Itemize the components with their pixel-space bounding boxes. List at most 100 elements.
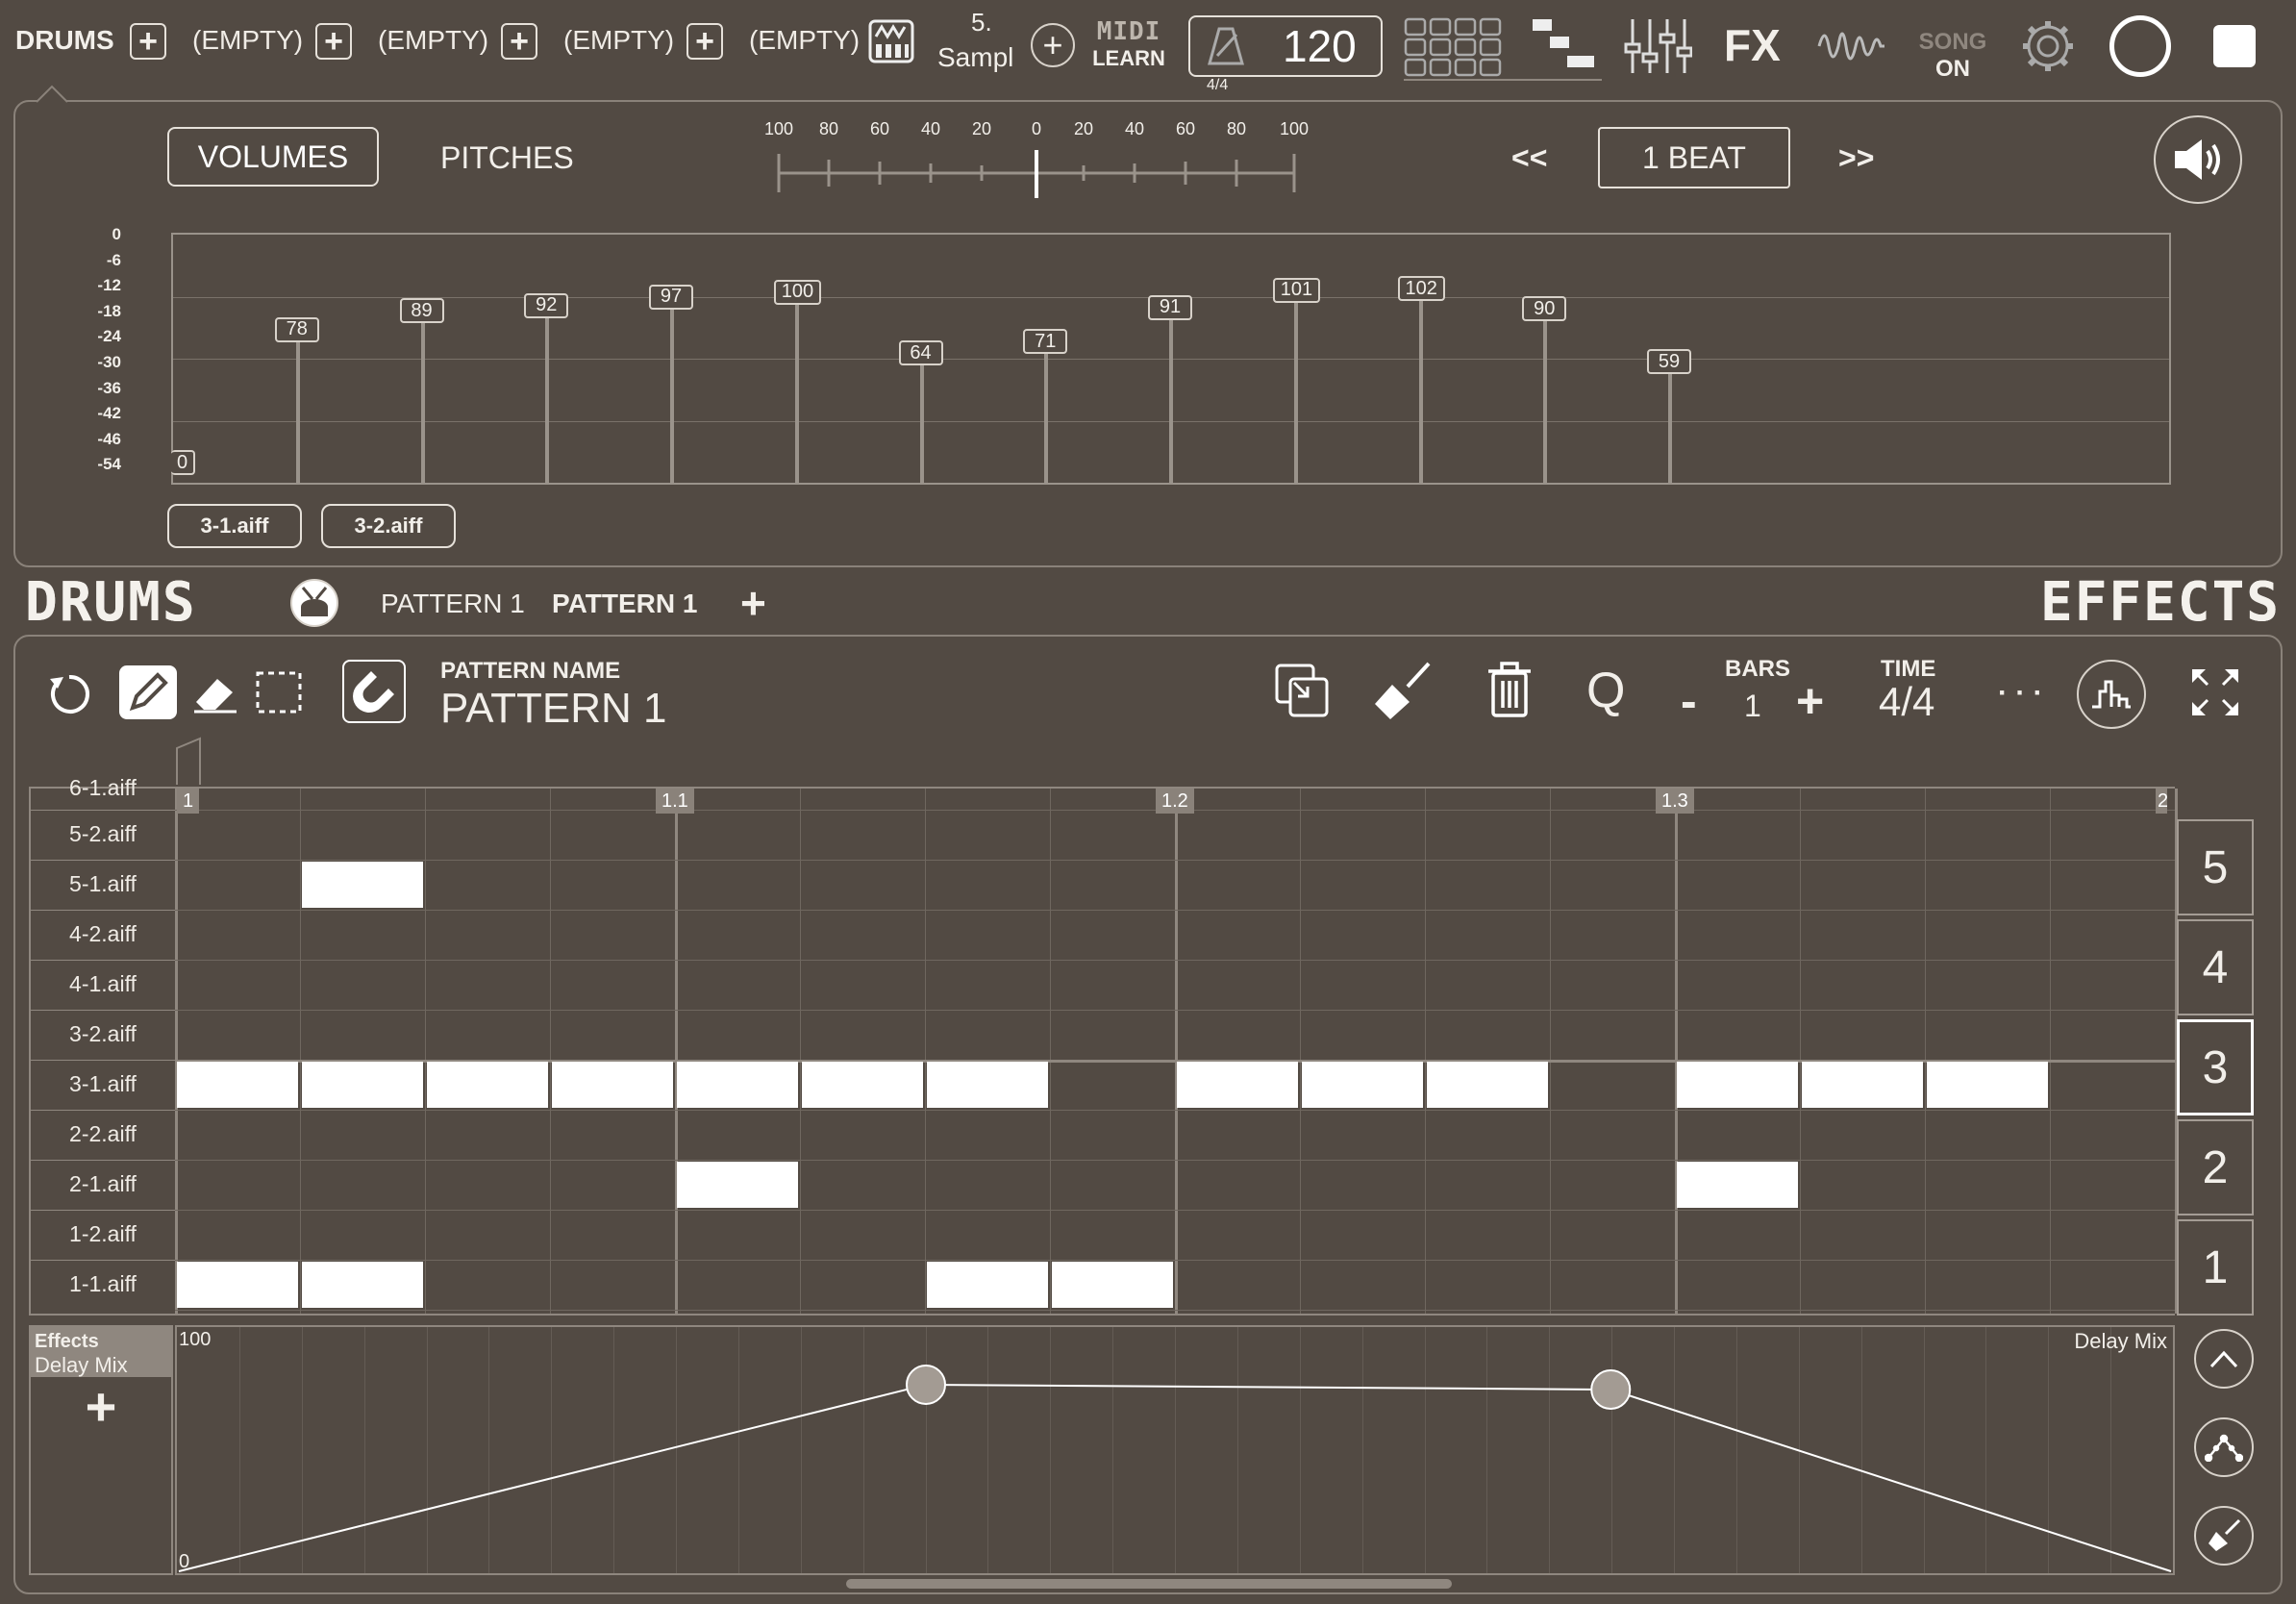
- eraser-icon[interactable]: [187, 665, 244, 719]
- velocity-bar[interactable]: [1169, 308, 1173, 483]
- tab-pitches[interactable]: PITCHES: [440, 140, 574, 176]
- sample-selector-line2[interactable]: Sampl: [937, 42, 1016, 73]
- velocity-value-tag[interactable]: 71: [1023, 329, 1068, 355]
- sample-pill-3-1[interactable]: 3-1.aiff: [167, 504, 302, 548]
- note-cell[interactable]: [1177, 1062, 1298, 1108]
- record-button[interactable]: [2109, 15, 2171, 77]
- effects-section-title[interactable]: EFFECTS: [2040, 571, 2281, 634]
- velocity-plot[interactable]: 0 78 89 92 97 100 64 71 91 101 102 90 59: [171, 233, 2171, 485]
- group-button-4[interactable]: 4: [2177, 919, 2254, 1015]
- bars-plus-button[interactable]: +: [1796, 673, 1824, 729]
- add-slot-1-button[interactable]: +: [130, 23, 166, 60]
- bars-minus-button[interactable]: -: [1681, 673, 1697, 729]
- tab-volumes[interactable]: VOLUMES: [167, 127, 379, 187]
- automation-lane[interactable]: 100 0 Delay Mix: [175, 1325, 2175, 1575]
- note-cell[interactable]: [1427, 1062, 1548, 1108]
- velocity-value-tag[interactable]: 100: [773, 279, 822, 305]
- curve-mode-button[interactable]: [2194, 1417, 2254, 1477]
- velocity-bar[interactable]: [295, 330, 300, 483]
- keyboard-icon[interactable]: [868, 19, 914, 63]
- quantize-button[interactable]: Q: [1586, 662, 1625, 719]
- fx-button[interactable]: FX: [1724, 19, 1781, 71]
- stop-button[interactable]: [2213, 25, 2256, 67]
- row-label[interactable]: 2-2.aiff: [31, 1121, 175, 1147]
- row-label[interactable]: 1-2.aiff: [31, 1221, 175, 1247]
- note-cell[interactable]: [1927, 1062, 2048, 1108]
- note-cell[interactable]: [177, 1062, 298, 1108]
- velocity-bar[interactable]: [420, 312, 425, 483]
- magnet-snap-button[interactable]: [342, 660, 406, 723]
- velocity-bar[interactable]: [919, 354, 924, 483]
- note-cell[interactable]: [1802, 1062, 1923, 1108]
- sample-selector-line1[interactable]: 5.: [971, 8, 992, 38]
- drum-kit-icon[interactable]: [290, 579, 338, 627]
- velocity-value-tag[interactable]: 78: [274, 316, 319, 342]
- velocity-value-tag[interactable]: 89: [399, 298, 444, 324]
- velocity-value-tag[interactable]: 101: [1272, 277, 1321, 303]
- pads-icon[interactable]: [1404, 17, 1504, 77]
- row-label[interactable]: 5-1.aiff: [31, 871, 175, 897]
- more-options-button[interactable]: · · ·: [1998, 677, 2043, 710]
- note-cell[interactable]: [302, 862, 423, 908]
- velocity-bar[interactable]: [670, 297, 674, 483]
- piano-roll-grid[interactable]: 1 1.1 1.2 1.3 2: [175, 787, 2178, 1316]
- gear-icon[interactable]: [2021, 19, 2075, 73]
- sequencer-icon[interactable]: [1529, 17, 1596, 73]
- tempo-box[interactable]: 120: [1188, 15, 1383, 77]
- note-cell[interactable]: [1052, 1262, 1173, 1308]
- add-pattern-button[interactable]: +: [740, 577, 766, 629]
- velocity-bar[interactable]: [1044, 342, 1049, 483]
- mixer-icon[interactable]: [1621, 15, 1693, 77]
- clear-broom-icon[interactable]: [1371, 660, 1435, 723]
- prev-step-button[interactable]: <<: [1511, 140, 1547, 176]
- horizontal-scrollbar[interactable]: [846, 1579, 1452, 1589]
- duplicate-icon[interactable]: [1273, 662, 1331, 719]
- undo-icon[interactable]: [42, 665, 96, 719]
- song-mode-toggle[interactable]: SONG ON: [1911, 29, 1994, 83]
- note-cell[interactable]: [302, 1062, 423, 1108]
- add-slot-2-button[interactable]: +: [315, 23, 352, 60]
- next-step-button[interactable]: >>: [1838, 140, 1874, 176]
- pattern-tab-1[interactable]: PATTERN 1: [381, 589, 525, 619]
- slot-4-label[interactable]: (EMPTY): [749, 25, 860, 56]
- note-cell[interactable]: [1677, 1162, 1798, 1208]
- velocity-value-tag[interactable]: 102: [1397, 276, 1445, 302]
- velocity-bar[interactable]: [794, 292, 799, 483]
- group-button-3[interactable]: 3: [2177, 1019, 2254, 1115]
- row-label[interactable]: 4-2.aiff: [31, 921, 175, 947]
- add-slot-4-button[interactable]: +: [686, 23, 723, 60]
- row-label[interactable]: 3-1.aiff: [31, 1071, 175, 1097]
- automation-node[interactable]: [906, 1364, 946, 1405]
- pan-slider[interactable]: 100 80 60 40 20 0 20 40 60 80 100: [760, 119, 1309, 200]
- velocity-value-tag[interactable]: 64: [898, 340, 943, 366]
- velocity-value-tag[interactable]: 90: [1522, 296, 1567, 322]
- velocity-value-tag[interactable]: 59: [1647, 349, 1691, 375]
- velocity-value-tag[interactable]: 0: [171, 450, 196, 475]
- row-label[interactable]: 6-1.aiff: [31, 775, 175, 796]
- note-cell[interactable]: [427, 1062, 548, 1108]
- add-slot-3-button[interactable]: +: [501, 23, 537, 60]
- row-label[interactable]: 5-2.aiff: [31, 821, 175, 847]
- step-size-box[interactable]: 1 BEAT: [1598, 127, 1790, 188]
- midi-learn-button[interactable]: MIDI LEARN: [1090, 17, 1167, 77]
- pattern-tab-2[interactable]: PATTERN 1: [552, 589, 697, 619]
- row-label[interactable]: 1-1.aiff: [31, 1271, 175, 1297]
- row-label[interactable]: 4-1.aiff: [31, 971, 175, 997]
- velocity-bar[interactable]: [545, 306, 550, 483]
- velocity-bar[interactable]: [1293, 290, 1298, 483]
- automation-node[interactable]: [1590, 1369, 1632, 1410]
- instrument-tab[interactable]: DRUMS: [15, 25, 114, 56]
- velocity-bar[interactable]: [1418, 289, 1423, 483]
- velocity-bar[interactable]: [1668, 363, 1672, 483]
- velocity-view-button[interactable]: [2077, 660, 2146, 729]
- group-button-1[interactable]: 1: [2177, 1219, 2254, 1316]
- velocity-value-tag[interactable]: 91: [1148, 294, 1192, 320]
- slot-2-label[interactable]: (EMPTY): [378, 25, 488, 56]
- note-cell[interactable]: [1677, 1062, 1798, 1108]
- pattern-name-value[interactable]: PATTERN 1: [440, 685, 667, 733]
- automation-curve[interactable]: [178, 1383, 2172, 1572]
- velocity-value-tag[interactable]: 97: [649, 284, 693, 310]
- note-cell[interactable]: [1302, 1062, 1423, 1108]
- note-cell[interactable]: [927, 1262, 1048, 1308]
- note-cell[interactable]: [677, 1062, 798, 1108]
